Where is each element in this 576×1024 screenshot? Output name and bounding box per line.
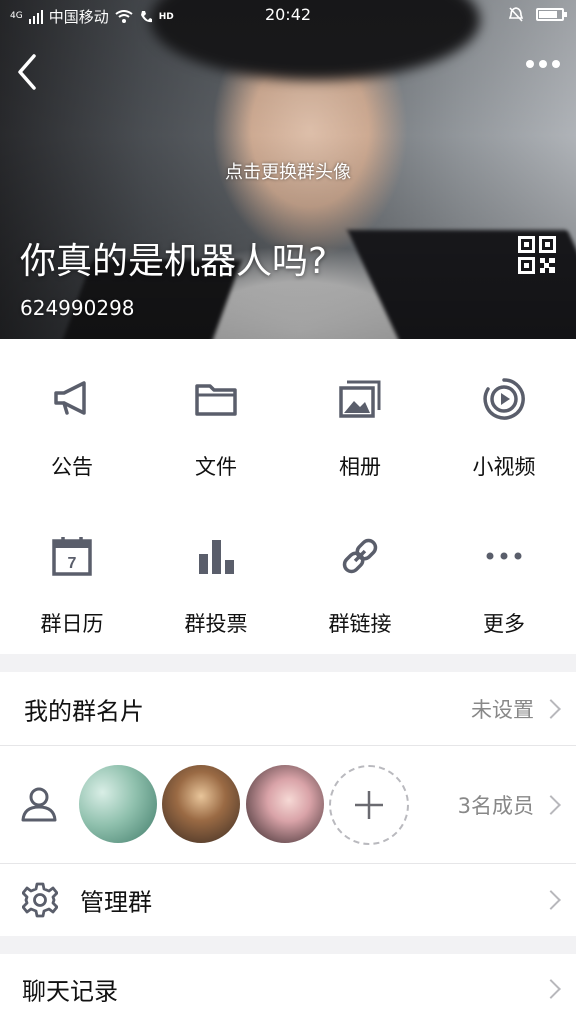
more-icon bbox=[486, 552, 522, 560]
more-options-icon[interactable] bbox=[526, 60, 560, 68]
battery-icon bbox=[536, 7, 567, 21]
feature-label: 群链接 bbox=[328, 612, 392, 636]
add-member-button[interactable] bbox=[329, 765, 409, 845]
calendar-day: 7 bbox=[68, 555, 77, 572]
manage-group-title: 管理群 bbox=[80, 888, 152, 917]
member-avatar[interactable] bbox=[246, 765, 324, 843]
my-group-card-title: 我的群名片 bbox=[24, 697, 144, 725]
mute-bell-icon bbox=[508, 7, 524, 22]
chat-history-row[interactable]: 聊天记录 bbox=[0, 954, 576, 1024]
my-group-card-value: 未设置 bbox=[471, 697, 534, 722]
feature-label: 文件 bbox=[195, 455, 237, 479]
feature-label: 相册 bbox=[339, 455, 381, 479]
member-avatar[interactable] bbox=[162, 765, 240, 843]
member-count: 3名成员 bbox=[457, 793, 534, 818]
feature-announcement[interactable]: 公告 bbox=[0, 339, 144, 496]
feature-vote[interactable]: 群投票 bbox=[144, 496, 288, 653]
status-time: 20:42 bbox=[264, 5, 312, 24]
change-avatar-hint[interactable]: 点击更换群头像 bbox=[0, 158, 576, 184]
back-arrow-icon[interactable] bbox=[14, 52, 44, 92]
photo-album-icon bbox=[339, 380, 381, 418]
megaphone-icon bbox=[54, 381, 86, 415]
member-avatar[interactable] bbox=[79, 765, 157, 843]
feature-album[interactable]: 相册 bbox=[288, 339, 432, 496]
feature-more[interactable]: 更多 bbox=[432, 496, 576, 653]
chevron-right-icon bbox=[541, 890, 561, 910]
chevron-right-icon bbox=[541, 979, 561, 999]
status-bar: 4G 中国移动 HD 20:42 bbox=[0, 0, 576, 30]
chevron-right-icon bbox=[541, 794, 561, 815]
gear-icon bbox=[22, 882, 58, 918]
video-icon bbox=[483, 378, 525, 420]
plus-icon bbox=[355, 791, 383, 819]
group-name[interactable]: 你真的是机器人吗? bbox=[20, 232, 327, 284]
feature-short-video[interactable]: 小视频 bbox=[432, 339, 576, 496]
bar-chart-icon bbox=[199, 540, 234, 574]
manage-group-row[interactable]: 管理群 bbox=[0, 864, 576, 936]
feature-label: 小视频 bbox=[472, 455, 536, 479]
feature-label: 群日历 bbox=[40, 612, 104, 636]
members-icon bbox=[21, 787, 57, 822]
my-group-card-row[interactable]: 我的群名片 未设置 bbox=[0, 672, 576, 745]
chevron-right-icon bbox=[541, 698, 561, 719]
chat-history-title: 聊天记录 bbox=[22, 977, 118, 1006]
feature-label: 公告 bbox=[51, 455, 93, 479]
group-id: 624990298 bbox=[20, 296, 135, 320]
feature-label: 更多 bbox=[483, 612, 525, 636]
calendar-icon: 7 bbox=[52, 537, 92, 576]
feature-link[interactable]: 群链接 bbox=[288, 496, 432, 653]
feature-files[interactable]: 文件 bbox=[144, 339, 288, 496]
link-icon bbox=[342, 538, 378, 574]
feature-label: 群投票 bbox=[184, 612, 248, 636]
feature-grid: 公告 文件 相册 小视频 7 群日历 群投票 群链接 更多 bbox=[0, 339, 576, 654]
qr-code-icon[interactable] bbox=[518, 236, 556, 274]
feature-calendar[interactable]: 7 群日历 bbox=[0, 496, 144, 653]
folder-icon bbox=[195, 384, 237, 416]
